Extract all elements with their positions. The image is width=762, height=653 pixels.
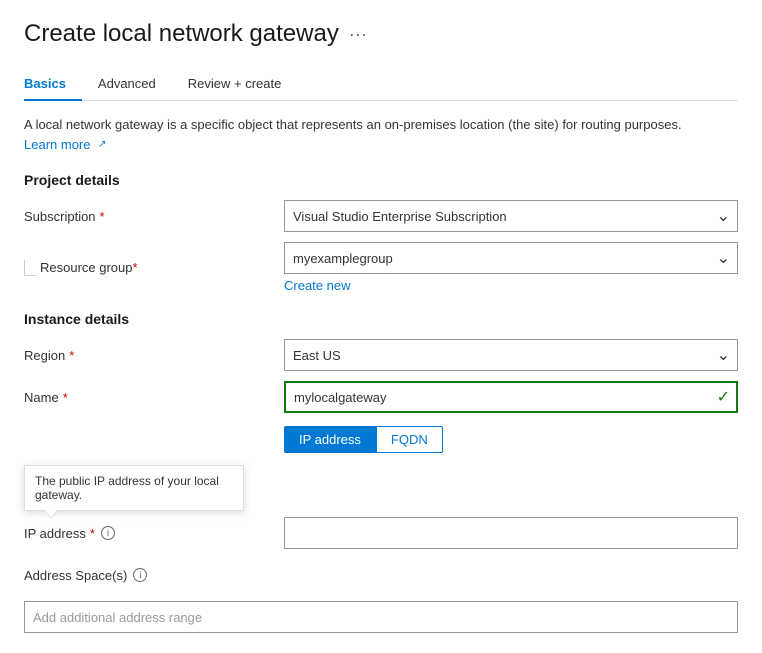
resource-group-dropdown-wrapper: myexamplegroup	[284, 242, 738, 274]
page-title: Create local network gateway	[24, 20, 339, 48]
page-options-icon[interactable]: ···	[349, 24, 367, 45]
name-input[interactable]	[284, 381, 738, 413]
resource-group-required: *	[133, 260, 138, 275]
address-spaces-row: Address Space(s) i	[24, 559, 738, 591]
tab-review-create[interactable]: Review + create	[172, 68, 298, 101]
ip-tooltip: The public IP address of your local gate…	[24, 465, 244, 511]
fqdn-toggle[interactable]: FQDN	[376, 426, 443, 453]
region-required: *	[69, 348, 74, 363]
address-spaces-label: Address Space(s)	[24, 568, 127, 583]
subscription-select[interactable]: Visual Studio Enterprise Subscription	[284, 200, 738, 232]
ip-address-label: IP address	[24, 526, 86, 541]
subscription-required: *	[100, 209, 105, 224]
page-header: Create local network gateway ···	[24, 20, 738, 48]
address-spaces-info-icon[interactable]: i	[133, 568, 147, 582]
learn-more-link[interactable]: Learn more ↗	[24, 135, 107, 155]
ip-address-required: *	[90, 526, 95, 541]
resource-group-row: Resource group * myexamplegroup Create n…	[24, 242, 738, 293]
tabs-container: Basics Advanced Review + create	[24, 68, 738, 101]
external-link-icon: ↗	[98, 137, 106, 152]
region-row: Region * East US	[24, 339, 738, 371]
ip-address-toggle[interactable]: IP address	[284, 426, 376, 453]
project-details-title: Project details	[24, 172, 738, 188]
create-new-link[interactable]: Create new	[284, 278, 738, 293]
region-label: Region	[24, 348, 65, 363]
tab-advanced[interactable]: Advanced	[82, 68, 172, 101]
name-required: *	[63, 390, 68, 405]
ip-address-section: The public IP address of your local gate…	[24, 465, 738, 549]
name-input-wrapper: ✓	[284, 381, 738, 413]
connector-line	[24, 260, 36, 276]
ip-address-input[interactable]	[284, 517, 738, 549]
ip-address-info-icon[interactable]: i	[101, 526, 115, 540]
name-label: Name	[24, 390, 59, 405]
endpoint-toggle-group: IP address FQDN	[284, 426, 738, 453]
resource-group-label: Resource group	[40, 260, 133, 275]
resource-group-select[interactable]: myexamplegroup	[284, 242, 738, 274]
endpoint-toggle-row: IP address FQDN	[24, 423, 738, 455]
subscription-dropdown-wrapper: Visual Studio Enterprise Subscription	[284, 200, 738, 232]
page-description: A local network gateway is a specific ob…	[24, 115, 738, 154]
region-select[interactable]: East US	[284, 339, 738, 371]
ip-address-row: IP address * i	[24, 517, 738, 549]
name-valid-icon: ✓	[717, 387, 730, 407]
subscription-label: Subscription	[24, 209, 96, 224]
address-range-input[interactable]	[24, 601, 738, 633]
subscription-row: Subscription * Visual Studio Enterprise …	[24, 200, 738, 232]
connector: Resource group *	[24, 260, 138, 276]
name-row: Name * ✓	[24, 381, 738, 413]
region-dropdown-wrapper: East US	[284, 339, 738, 371]
tab-basics[interactable]: Basics	[24, 68, 82, 101]
address-range-input-wrapper	[24, 601, 738, 633]
instance-details-title: Instance details	[24, 311, 738, 327]
